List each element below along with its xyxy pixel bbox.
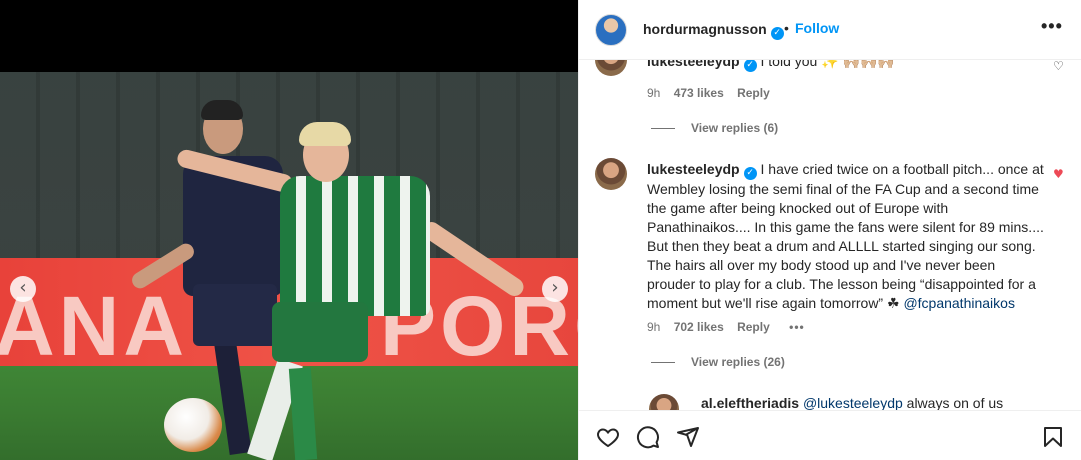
view-replies-button[interactable]: View replies (6) bbox=[651, 121, 778, 135]
comment-username[interactable]: lukesteeleydp bbox=[647, 60, 740, 69]
comment-meta: 9h 473 likes Reply bbox=[647, 86, 770, 100]
comment-time: 9h bbox=[647, 320, 661, 334]
mention-link[interactable]: @fcpanathinaikos bbox=[903, 295, 1015, 311]
comment-meta: 9h 702 likes Reply ••• bbox=[647, 320, 805, 334]
header-username[interactable]: hordurmagnusson bbox=[643, 21, 767, 37]
comment-username[interactable]: lukesteeleydp bbox=[647, 161, 740, 177]
comment-line: moment but we'll rise again tomorrow” ☘ bbox=[647, 295, 900, 311]
comment-likes[interactable]: 702 likes bbox=[674, 320, 724, 334]
avatar[interactable] bbox=[595, 158, 627, 190]
follow-button[interactable]: Follow bbox=[795, 20, 839, 36]
mention-link[interactable]: @lukesteeleydp bbox=[803, 395, 903, 410]
comment-time: 9h bbox=[647, 86, 661, 100]
comment-icon[interactable] bbox=[636, 425, 660, 449]
post-actions-bar bbox=[579, 410, 1081, 460]
avatar[interactable] bbox=[595, 60, 627, 76]
football bbox=[164, 398, 222, 452]
heart-icon[interactable]: ♡ bbox=[1053, 60, 1065, 72]
comment-line: I have cried twice on a football pitch..… bbox=[760, 161, 1044, 177]
comment-line: prouder to play for a club. The lesson b… bbox=[647, 276, 1036, 292]
comment-options-button[interactable]: ••• bbox=[789, 320, 805, 334]
comment-text: lukesteeleydp ✓ I have cried twice on a f… bbox=[647, 160, 1047, 313]
comment-body: I told you ✨ 🙌🏼🙌🏼🙌🏼 bbox=[760, 60, 895, 69]
send-icon[interactable] bbox=[676, 425, 700, 449]
next-image-button[interactable]: › bbox=[542, 276, 568, 302]
view-replies-label: View replies (6) bbox=[691, 121, 779, 135]
replies-divider bbox=[651, 128, 675, 130]
comment-text: al.eleftheriadis @lukesteeleydp always o… bbox=[701, 394, 1061, 410]
previous-image-button[interactable]: ‹ bbox=[10, 276, 36, 302]
comments-panel: hordurmagnusson ✓ • Follow ••• lukesteele… bbox=[578, 0, 1081, 460]
header-separator: • bbox=[784, 20, 789, 36]
post-media[interactable]: ANA PORO ‹ › bbox=[0, 0, 578, 460]
header-username-row: hordurmagnusson ✓ bbox=[643, 21, 784, 40]
comment-line: the game after being knocked out of Euro… bbox=[647, 200, 949, 216]
verified-badge-icon: ✓ bbox=[743, 167, 757, 180]
comment-username[interactable]: al.eleftheriadis bbox=[701, 395, 799, 410]
comment-line: The hairs all over my body stood up and … bbox=[647, 257, 996, 273]
reply-button[interactable]: Reply bbox=[737, 86, 770, 100]
comment-line: Panathinaikos.... In this game the fans … bbox=[647, 219, 1044, 235]
bookmark-icon[interactable] bbox=[1041, 425, 1065, 449]
comment-line: Wembley losing the semi final of the FA … bbox=[647, 181, 1039, 197]
comment-likes[interactable]: 473 likes bbox=[674, 86, 724, 100]
heart-icon[interactable]: ♥ bbox=[1053, 168, 1065, 180]
comment-body: always on of us bbox=[906, 395, 1004, 410]
more-options-button[interactable]: ••• bbox=[1041, 16, 1063, 37]
replies-divider bbox=[651, 362, 675, 364]
comments-list[interactable]: lukesteeleydp ✓ I told you ✨ 🙌🏼🙌🏼🙌🏼 ♡ 9h … bbox=[579, 60, 1081, 410]
heart-icon[interactable] bbox=[596, 425, 620, 449]
reply-button[interactable]: Reply bbox=[737, 320, 770, 334]
comment-text: lukesteeleydp ✓ I told you ✨ 🙌🏼🙌🏼🙌🏼 bbox=[647, 60, 1047, 72]
verified-badge-icon: ✓ bbox=[743, 60, 757, 72]
view-replies-label: View replies (26) bbox=[691, 355, 785, 369]
verified-badge-icon: ✓ bbox=[770, 27, 784, 40]
comment-line: But then they beat a drum and ALLLL star… bbox=[647, 238, 1036, 254]
post-header: hordurmagnusson ✓ • Follow ••• bbox=[579, 0, 1081, 60]
avatar[interactable] bbox=[595, 14, 627, 46]
view-replies-button[interactable]: View replies (26) bbox=[651, 355, 785, 369]
avatar[interactable] bbox=[649, 394, 679, 410]
